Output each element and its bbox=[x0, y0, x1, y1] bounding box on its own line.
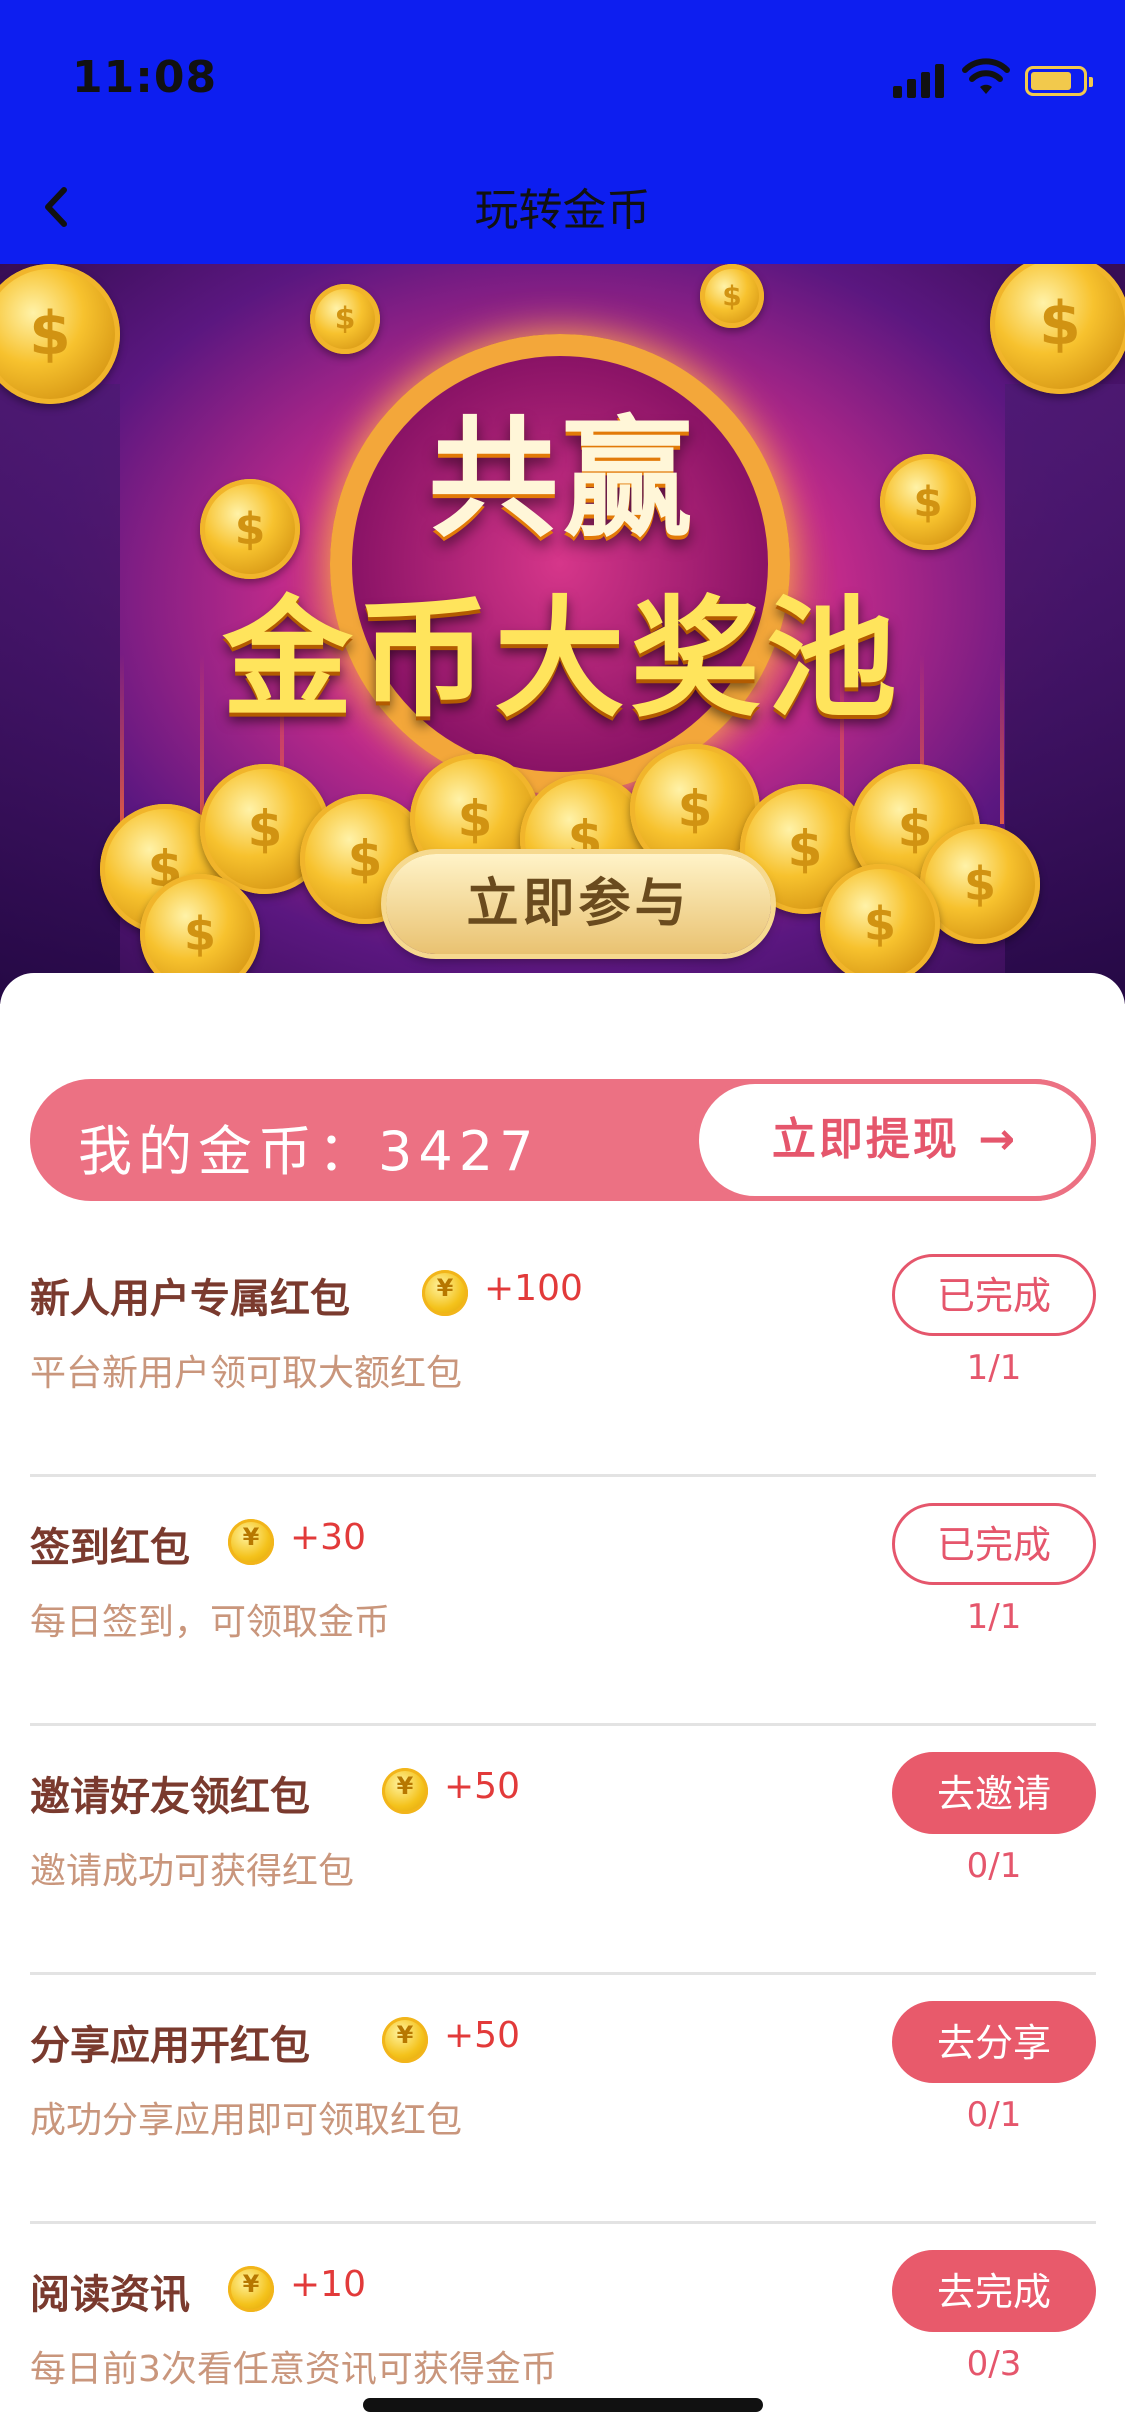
task-progress: 0/1 bbox=[966, 1846, 1022, 1886]
task-description: 每日前3次看任意资讯可获得金币 bbox=[30, 2349, 557, 2390]
task-reward: +30 bbox=[290, 1517, 366, 1558]
task-row: 新人用户专属红包 +100 平台新用户领可取大额红包 已完成 1/1 bbox=[30, 1228, 1096, 1477]
join-now-button[interactable]: 立即参与 bbox=[386, 854, 771, 954]
task-reward: +50 bbox=[444, 1766, 520, 1807]
my-coins-label: 我的金币：3427 bbox=[78, 1120, 540, 1183]
flying-coin bbox=[310, 284, 380, 354]
task-action-button[interactable]: 已完成 bbox=[892, 1503, 1096, 1585]
coin-icon bbox=[422, 1270, 468, 1316]
task-progress: 0/3 bbox=[966, 2344, 1022, 2384]
coin-icon bbox=[382, 2017, 428, 2063]
nav-bar: 玩转金币 bbox=[0, 150, 1125, 264]
task-description: 平台新用户领可取大额红包 bbox=[30, 1353, 463, 1394]
status-time: 11:08 bbox=[72, 52, 218, 103]
task-title: 阅读资讯 bbox=[30, 2272, 190, 2318]
battery-icon bbox=[1025, 66, 1093, 96]
task-progress: 0/1 bbox=[966, 2095, 1022, 2135]
promo-banner[interactable]: 共赢 金币大奖池 立即参与 bbox=[0, 264, 1125, 1004]
task-reward: +10 bbox=[290, 2264, 366, 2305]
task-action-button[interactable]: 已完成 bbox=[892, 1254, 1096, 1336]
coin-icon bbox=[382, 1768, 428, 1814]
task-reward: +50 bbox=[444, 2015, 520, 2056]
flying-coin bbox=[700, 264, 764, 328]
status-bar: 11:08 bbox=[0, 0, 1125, 150]
task-row: 分享应用开红包 +50 成功分享应用即可领取红包 去分享 0/1 bbox=[30, 1975, 1096, 2224]
top-bar: 11:08 玩转金币 bbox=[0, 0, 1125, 264]
home-indicator bbox=[363, 2398, 763, 2412]
task-action-button[interactable]: 去邀请 bbox=[892, 1752, 1096, 1834]
banner-headline-main: 金币大奖池 bbox=[222, 583, 903, 735]
coin-icon bbox=[228, 2266, 274, 2312]
task-row: 签到红包 +30 每日签到，可领取金币 已完成 1/1 bbox=[30, 1477, 1096, 1726]
task-progress: 1/1 bbox=[966, 1348, 1022, 1388]
task-title: 签到红包 bbox=[30, 1525, 190, 1571]
task-progress: 1/1 bbox=[966, 1597, 1022, 1637]
withdraw-button[interactable]: 立即提现 → bbox=[694, 1079, 1096, 1201]
task-description: 每日签到，可领取金币 bbox=[30, 1602, 391, 1643]
task-title: 邀请好友领红包 bbox=[30, 1774, 310, 1820]
task-reward: +100 bbox=[484, 1268, 583, 1309]
task-action-button[interactable]: 去完成 bbox=[892, 2250, 1096, 2332]
task-description: 成功分享应用即可领取红包 bbox=[30, 2100, 463, 2141]
banner-headline-top: 共赢 bbox=[428, 403, 697, 555]
task-description: 邀请成功可获得红包 bbox=[30, 1851, 355, 1892]
signal-icon bbox=[893, 62, 945, 98]
task-action-button[interactable]: 去分享 bbox=[892, 2001, 1096, 2083]
page-title: 玩转金币 bbox=[474, 185, 651, 236]
wifi-icon bbox=[962, 58, 1010, 94]
coin-icon bbox=[228, 1519, 274, 1565]
my-coins-bar: 我的金币：3427 立即提现 → bbox=[30, 1079, 1096, 1201]
tasks-card: 我的金币：3427 立即提现 → 新人用户专属红包 +100 平台新用户领可取大额红… bbox=[0, 973, 1125, 2436]
task-row: 邀请好友领红包 +50 邀请成功可获得红包 去邀请 0/1 bbox=[30, 1726, 1096, 1975]
task-title: 分享应用开红包 bbox=[30, 2023, 310, 2069]
task-title: 新人用户专属红包 bbox=[30, 1276, 350, 1322]
